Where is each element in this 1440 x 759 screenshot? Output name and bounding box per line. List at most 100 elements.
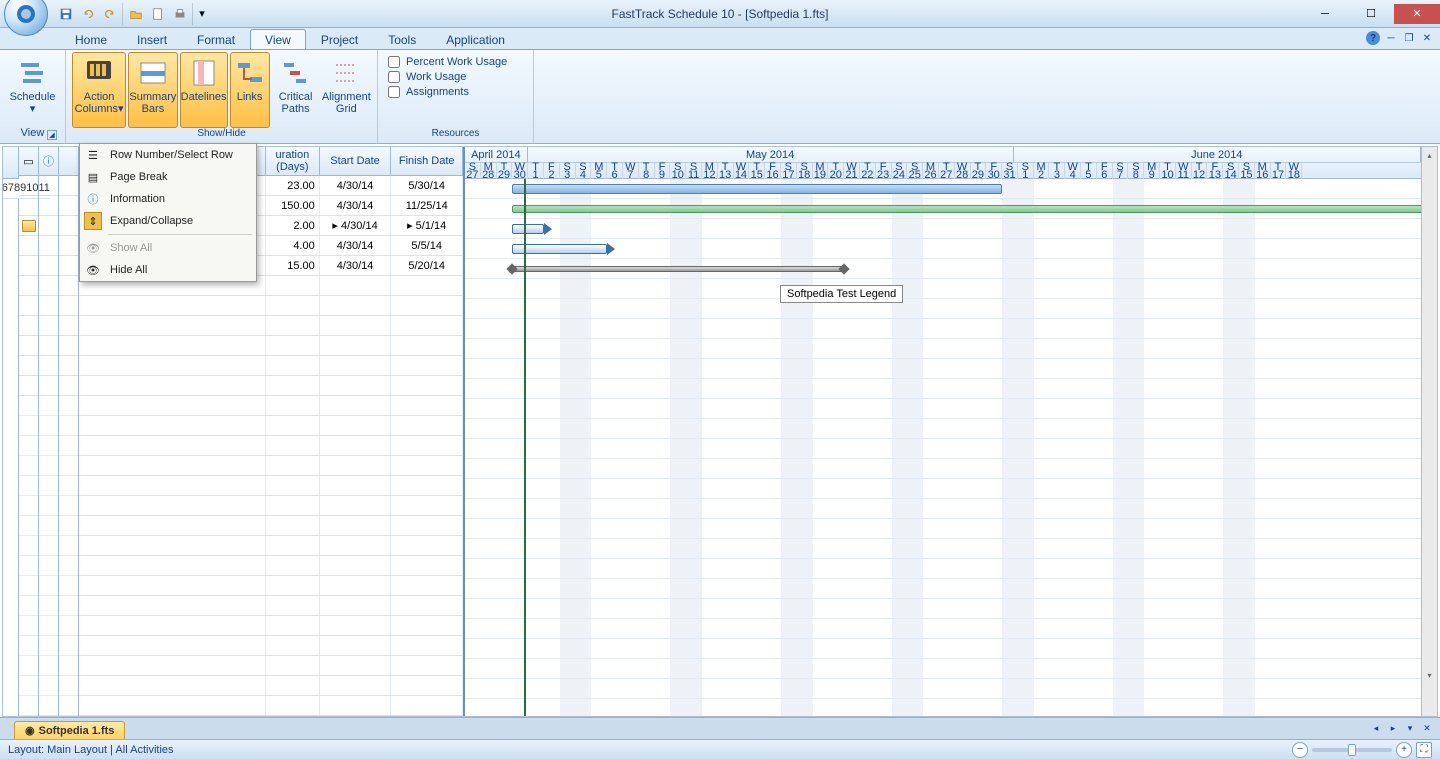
action-columns-button[interactable]: Action Columns▾	[72, 52, 126, 128]
gantt-row[interactable]	[465, 199, 1421, 219]
new-icon[interactable]	[148, 4, 168, 24]
action-cell[interactable]	[19, 256, 38, 276]
action-cell[interactable]	[59, 276, 78, 296]
action-cell[interactable]	[39, 216, 58, 236]
col-start-date[interactable]: Start Date	[320, 147, 392, 175]
gantt-row[interactable]	[465, 699, 1421, 716]
action-cell[interactable]	[39, 376, 58, 396]
gantt-bar[interactable]	[512, 266, 844, 272]
gantt-row[interactable]	[465, 459, 1421, 479]
gantt-row[interactable]	[465, 379, 1421, 399]
critical-paths-button[interactable]: Critical Paths	[272, 52, 320, 128]
gantt-row[interactable]	[465, 479, 1421, 499]
open-icon[interactable]	[126, 4, 146, 24]
gantt-row[interactable]	[465, 359, 1421, 379]
dd-expand-collapse[interactable]: ⇕Expand/Collapse	[80, 210, 256, 232]
action-cell[interactable]	[59, 236, 78, 256]
gantt-chart[interactable]: April 2014May 2014June 2014 S27M28T29W30…	[465, 147, 1421, 716]
action-cell[interactable]	[59, 296, 78, 316]
table-row[interactable]	[79, 316, 463, 336]
maximize-button[interactable]: ☐	[1348, 4, 1394, 24]
action-cell[interactable]	[19, 316, 38, 336]
action-cell[interactable]	[39, 296, 58, 316]
table-row[interactable]	[79, 356, 463, 376]
action-cell[interactable]	[19, 176, 38, 196]
doc-tab[interactable]: ◉Softpedia 1.fts	[14, 721, 125, 739]
table-row[interactable]	[79, 296, 463, 316]
print-icon[interactable]	[170, 4, 190, 24]
gantt-row[interactable]	[465, 559, 1421, 579]
tab-close-button[interactable]: ✕	[1420, 721, 1434, 735]
gantt-row[interactable]	[465, 619, 1421, 639]
action-cell[interactable]	[19, 196, 38, 216]
save-icon[interactable]	[56, 4, 76, 24]
help-icon[interactable]: ?	[1366, 31, 1380, 45]
gantt-row[interactable]	[465, 439, 1421, 459]
datelines-button[interactable]: Datelines	[180, 52, 228, 128]
gantt-row[interactable]	[465, 299, 1421, 319]
gantt-row[interactable]	[465, 179, 1421, 199]
action-cell[interactable]	[59, 196, 78, 216]
mdi-close-button[interactable]: ✕	[1420, 31, 1434, 45]
alignment-grid-button[interactable]: Alignment Grid	[322, 52, 371, 128]
action-cell[interactable]	[19, 236, 38, 256]
undo-icon[interactable]	[78, 4, 98, 24]
action-cell[interactable]	[39, 196, 58, 216]
gantt-row[interactable]	[465, 579, 1421, 599]
tab-tools[interactable]: Tools	[373, 29, 431, 49]
tab-next-button[interactable]: ▸	[1386, 721, 1400, 735]
tab-menu-button[interactable]: ▾	[1403, 721, 1417, 735]
action-cell[interactable]	[59, 336, 78, 356]
dd-row-number[interactable]: ☰Row Number/Select Row	[80, 144, 256, 166]
action-cell[interactable]	[59, 176, 78, 196]
action-cell[interactable]	[59, 216, 78, 236]
tab-view[interactable]: View	[250, 29, 306, 49]
gantt-row[interactable]	[465, 259, 1421, 279]
table-row[interactable]	[79, 336, 463, 356]
mdi-minimize-button[interactable]: ─	[1384, 31, 1398, 45]
dd-hide-all[interactable]: 👁Hide All	[80, 259, 256, 281]
action-cell[interactable]	[19, 376, 38, 396]
col-finish-date[interactable]: Finish Date	[391, 147, 463, 175]
gantt-row[interactable]	[465, 419, 1421, 439]
action-cell[interactable]	[39, 336, 58, 356]
work-usage-check[interactable]: Work Usage	[388, 71, 507, 83]
action-cell[interactable]	[59, 256, 78, 276]
zoom-in-button[interactable]: +	[1396, 742, 1412, 758]
action-cell[interactable]	[39, 256, 58, 276]
gantt-row[interactable]	[465, 239, 1421, 259]
action-cell[interactable]	[39, 276, 58, 296]
vertical-scrollbar[interactable]: ▴▾	[1421, 147, 1437, 716]
action-cell[interactable]	[39, 236, 58, 256]
gantt-row[interactable]	[465, 539, 1421, 559]
action-cell[interactable]	[39, 176, 58, 196]
action-cell[interactable]	[19, 276, 38, 296]
dd-information[interactable]: ⓘInformation	[80, 188, 256, 210]
action-cell[interactable]	[19, 216, 38, 236]
view-dialog-launcher[interactable]: ◢	[47, 130, 57, 140]
zoom-fit-button[interactable]: ⛶	[1416, 742, 1432, 758]
gantt-row[interactable]	[465, 219, 1421, 239]
zoom-out-button[interactable]: −	[1292, 742, 1308, 758]
gantt-bar[interactable]	[512, 205, 1421, 213]
tab-application[interactable]: Application	[431, 29, 520, 49]
mdi-restore-button[interactable]: ❐	[1402, 31, 1416, 45]
redo-icon[interactable]	[100, 4, 120, 24]
zoom-control[interactable]: − + ⛶	[1292, 742, 1432, 758]
tab-project[interactable]: Project	[306, 29, 373, 49]
qat-dropdown-icon[interactable]: ▾	[196, 4, 208, 24]
dd-page-break[interactable]: ▤Page Break	[80, 166, 256, 188]
action-cell[interactable]	[19, 296, 38, 316]
tab-home[interactable]: Home	[60, 29, 122, 49]
close-button[interactable]: ✕	[1394, 4, 1440, 24]
gantt-row[interactable]	[465, 399, 1421, 419]
percent-work-usage-check[interactable]: Percent Work Usage	[388, 56, 507, 68]
summary-bars-button[interactable]: Summary Bars	[128, 52, 177, 128]
gantt-bar[interactable]	[512, 224, 544, 234]
dd-show-all[interactable]: 👁Show All	[80, 237, 256, 259]
action-cell[interactable]	[19, 336, 38, 356]
gantt-bar[interactable]	[512, 244, 607, 254]
tab-format[interactable]: Format	[182, 29, 250, 49]
gantt-row[interactable]	[465, 659, 1421, 679]
action-cell[interactable]	[39, 316, 58, 336]
